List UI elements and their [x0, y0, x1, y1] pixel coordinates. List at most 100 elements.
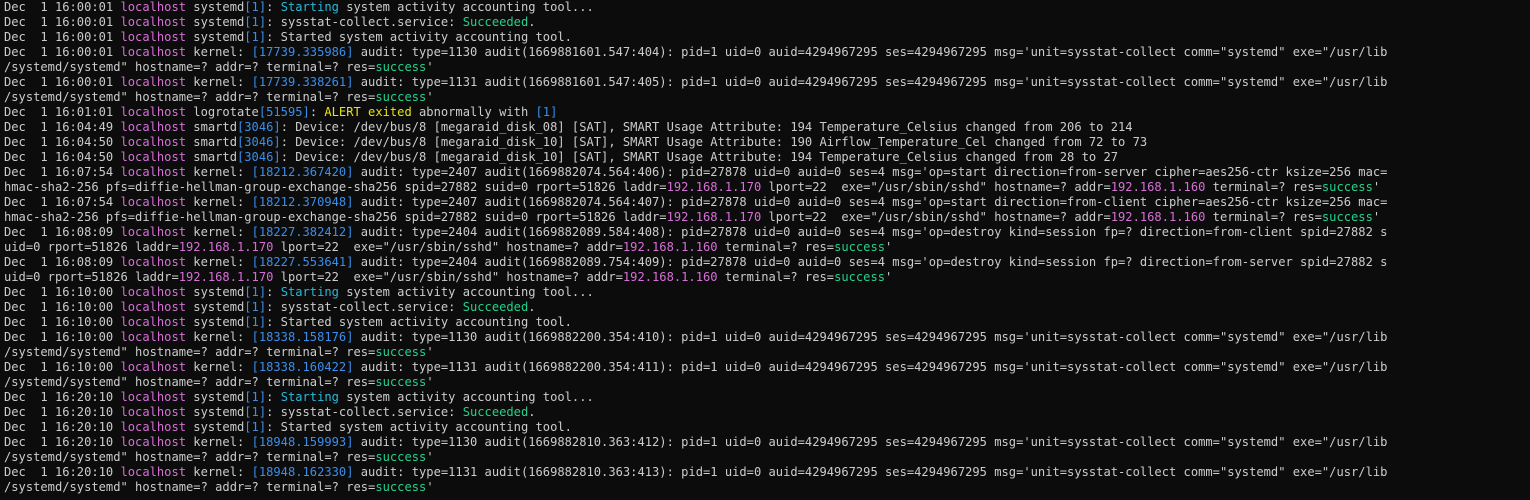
log-line: Dec 1 16:04:50 localhost smartd[3046]: D…: [4, 150, 1530, 165]
log-text: kernel:: [186, 225, 252, 239]
log-text: systemd: [186, 30, 245, 44]
log-text: ': [426, 450, 434, 464]
log-text: : sysstat-collect.service:: [266, 405, 463, 419]
hostname-token: localhost: [120, 105, 187, 119]
log-line: Dec 1 16:20:10 localhost systemd[1]: sys…: [4, 405, 1530, 420]
log-text: /systemd/systemd" hostname=? addr=? term…: [4, 90, 376, 104]
success-keyword: success: [375, 90, 427, 104]
pid-token: [18227.553641]: [251, 255, 354, 269]
hostname-token: localhost: [120, 120, 187, 134]
pid-token: [18338.160422]: [251, 360, 354, 374]
log-line: /systemd/systemd" hostname=? addr=? term…: [4, 60, 1530, 75]
log-text: kernel:: [186, 75, 252, 89]
log-line: Dec 1 16:01:01 localhost logrotate[51595…: [4, 105, 1530, 120]
pid-token: [1]: [244, 315, 267, 329]
success-keyword: success: [1321, 210, 1373, 224]
starting-keyword: Starting: [280, 390, 339, 404]
log-text: audit: type=2407 audit(1669882074.564:40…: [353, 195, 1388, 209]
pid-token: [18212.367420]: [251, 165, 354, 179]
log-text: Dec 1 16:10:00: [4, 330, 121, 344]
log-text: kernel:: [186, 255, 252, 269]
log-text: Dec 1 16:07:54: [4, 165, 121, 179]
pid-token: [1]: [535, 105, 558, 119]
log-text: audit: type=1131 audit(1669882810.363:41…: [353, 465, 1388, 479]
log-text: /systemd/systemd" hostname=? addr=? term…: [4, 375, 376, 389]
hostname-token: localhost: [120, 135, 187, 149]
log-text: terminal=? res=: [1205, 210, 1322, 224]
log-line: Dec 1 16:00:01 localhost systemd[1]: Sta…: [4, 30, 1530, 45]
log-text: : Device: /dev/bus/8 [megaraid_disk_10] …: [280, 135, 1148, 149]
log-text: audit: type=1131 audit(1669881601.547:40…: [353, 75, 1388, 89]
log-text: audit: type=1130 audit(1669882810.363:41…: [353, 435, 1388, 449]
ip-address-token: 192.168.1.170: [178, 240, 274, 254]
log-text: Dec 1 16:04:49: [4, 120, 121, 134]
success-keyword: success: [375, 450, 427, 464]
hostname-token: localhost: [120, 195, 187, 209]
log-text: terminal=? res=: [717, 270, 835, 284]
hostname-token: localhost: [120, 330, 187, 344]
log-text: ': [426, 480, 434, 494]
pid-token: [18948.162330]: [251, 465, 354, 479]
ip-address-token: 192.168.1.160: [1110, 210, 1206, 224]
success-keyword: success: [375, 480, 427, 494]
pid-token: [18212.370948]: [251, 195, 354, 209]
hostname-token: localhost: [120, 405, 187, 419]
log-text: Dec 1 16:07:54: [4, 195, 121, 209]
log-text: smartd: [186, 150, 237, 164]
log-text: /systemd/systemd" hostname=? addr=? term…: [4, 480, 376, 494]
log-text: : sysstat-collect.service:: [266, 300, 463, 314]
log-line: /systemd/systemd" hostname=? addr=? term…: [4, 345, 1530, 360]
log-text: ': [426, 60, 434, 74]
ip-address-token: 192.168.1.160: [622, 240, 718, 254]
log-text: kernel:: [186, 465, 252, 479]
log-line: Dec 1 16:00:01 localhost kernel: [17739.…: [4, 45, 1530, 60]
pid-token: [3046]: [237, 120, 281, 134]
log-text: uid=0 rport=51826 laddr=: [4, 240, 179, 254]
pid-token: [3046]: [237, 150, 281, 164]
pid-token: [1]: [244, 390, 267, 404]
log-text: : Device: /dev/bus/8 [megaraid_disk_08] …: [280, 120, 1133, 134]
hostname-token: localhost: [120, 255, 187, 269]
log-text: kernel:: [186, 45, 252, 59]
log-line: Dec 1 16:10:00 localhost kernel: [18338.…: [4, 330, 1530, 345]
log-line: /systemd/systemd" hostname=? addr=? term…: [4, 450, 1530, 465]
pid-token: [18948.159993]: [251, 435, 354, 449]
pid-token: [3046]: [237, 135, 281, 149]
log-text: /systemd/systemd" hostname=? addr=? term…: [4, 450, 376, 464]
log-text: /systemd/systemd" hostname=? addr=? term…: [4, 60, 376, 74]
hostname-token: localhost: [120, 45, 187, 59]
ip-address-token: 192.168.1.170: [666, 210, 762, 224]
log-line: Dec 1 16:08:09 localhost kernel: [18227.…: [4, 225, 1530, 240]
log-line: /systemd/systemd" hostname=? addr=? term…: [4, 480, 1530, 495]
log-line: Dec 1 16:04:49 localhost smartd[3046]: D…: [4, 120, 1530, 135]
log-line: Dec 1 16:10:00 localhost systemd[1]: Sta…: [4, 315, 1530, 330]
log-line: /systemd/systemd" hostname=? addr=? term…: [4, 375, 1530, 390]
log-text: audit: type=1131 audit(1669882200.354:41…: [353, 360, 1388, 374]
log-text: Dec 1 16:10:00: [4, 285, 121, 299]
log-line: /systemd/systemd" hostname=? addr=? term…: [4, 90, 1530, 105]
terminal-output[interactable]: Dec 1 16:00:01 localhost systemd[1]: Sta…: [0, 0, 1530, 500]
log-text: Dec 1 16:08:09: [4, 255, 121, 269]
log-text: system activity accounting tool...: [338, 0, 594, 14]
log-text: : Started system activity accounting too…: [266, 315, 572, 329]
log-text: systemd: [186, 0, 245, 14]
log-line: Dec 1 16:10:00 localhost systemd[1]: sys…: [4, 300, 1530, 315]
hostname-token: localhost: [120, 390, 187, 404]
starting-keyword: Starting: [280, 0, 339, 14]
ip-address-token: 192.168.1.170: [666, 180, 762, 194]
hostname-token: localhost: [120, 465, 187, 479]
log-text: systemd: [186, 285, 245, 299]
log-text: system activity accounting tool...: [338, 285, 594, 299]
log-line: Dec 1 16:20:10 localhost systemd[1]: Sta…: [4, 420, 1530, 435]
log-text: Dec 1 16:10:00: [4, 360, 121, 374]
log-text: Dec 1 16:20:10: [4, 465, 121, 479]
alert-keyword: ALERT exited: [324, 105, 412, 119]
log-text: :: [266, 390, 281, 404]
log-line: Dec 1 16:00:01 localhost kernel: [17739.…: [4, 75, 1530, 90]
hostname-token: localhost: [120, 150, 187, 164]
log-text: ': [426, 375, 434, 389]
starting-keyword: Starting: [280, 285, 339, 299]
success-keyword: Succeeded: [462, 300, 529, 314]
log-text: Dec 1 16:10:00: [4, 315, 121, 329]
log-text: kernel:: [186, 360, 252, 374]
